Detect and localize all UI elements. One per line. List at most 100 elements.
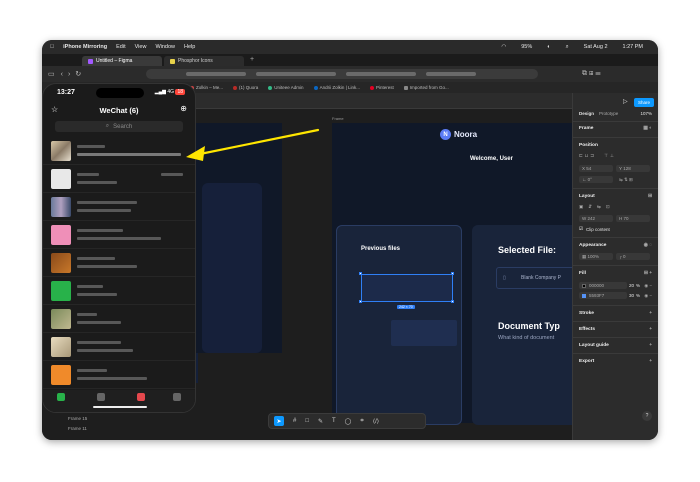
help-button[interactable]: ?: [642, 411, 652, 421]
layout-grid-icon[interactable]: ⊞: [648, 194, 652, 199]
frame-selector[interactable]: Frame: [579, 126, 593, 131]
share-button[interactable]: Share: [633, 98, 654, 107]
align-middle-icon[interactable]: ⊥: [610, 153, 614, 159]
move-tool-icon[interactable]: ➤: [274, 416, 284, 426]
list-item[interactable]: [43, 306, 195, 333]
comment-tool-icon[interactable]: ◯: [345, 418, 352, 425]
layout-free-icon[interactable]: ▣: [579, 204, 583, 210]
play-icon[interactable]: ▷: [623, 98, 628, 105]
align-right-icon[interactable]: ⊐: [590, 153, 594, 159]
height-field[interactable]: H 70: [616, 215, 650, 222]
fill-visibility-icon[interactable]: ◉ −: [644, 283, 652, 289]
list-item[interactable]: [43, 222, 195, 249]
bookmark-item[interactable]: Uniteee Admin: [268, 85, 304, 90]
fill-hex-field[interactable]: 5593F7: [579, 292, 627, 299]
menu-view[interactable]: View: [135, 44, 147, 50]
resize-handle[interactable]: [451, 300, 454, 303]
battery-percent[interactable]: 95%: [521, 44, 532, 50]
back-icon[interactable]: ‹: [61, 71, 63, 78]
list-item[interactable]: [43, 194, 195, 221]
extensions-icon[interactable]: ⧉ ⊞ ☰: [582, 70, 601, 78]
frame-tool-icon[interactable]: #: [293, 418, 296, 424]
search-icon[interactable]: ⌕: [566, 44, 569, 51]
add-icon[interactable]: ⊕: [180, 104, 187, 113]
y-field[interactable]: Y 128: [616, 165, 650, 172]
dev-mode-icon[interactable]: ⟨/⟩: [373, 418, 379, 425]
bookmark-item[interactable]: Pinterest: [370, 85, 394, 90]
corner-radius-field[interactable]: ╭ 0: [616, 253, 650, 260]
align-center-icon[interactable]: ⊔: [585, 153, 589, 159]
sidebar-toggle-icon[interactable]: ▭: [48, 70, 55, 78]
layout-wrap-icon[interactable]: ⊡: [606, 204, 610, 210]
menu-edit[interactable]: Edit: [116, 44, 125, 50]
fill-swatch[interactable]: [582, 283, 586, 288]
fill-swatch[interactable]: [582, 293, 586, 298]
visibility-icon[interactable]: ◉ ◌: [644, 243, 652, 248]
url-field[interactable]: [146, 69, 538, 79]
x-field[interactable]: X 54: [579, 165, 613, 172]
new-tab-button[interactable]: +: [250, 56, 254, 66]
reload-icon[interactable]: ↻: [75, 70, 81, 78]
menu-date[interactable]: Sat Aug 2: [584, 44, 608, 50]
discover-tab-icon[interactable]: [137, 393, 145, 401]
rotation-field[interactable]: ∟ 0°: [579, 176, 613, 183]
opacity-field[interactable]: ▦ 100%: [579, 253, 613, 260]
list-item[interactable]: [43, 250, 195, 277]
tab-phosphor[interactable]: Phosphor Icons: [164, 56, 244, 66]
pen-tool-icon[interactable]: ✎: [318, 418, 323, 425]
add-effect-icon[interactable]: +: [649, 327, 652, 332]
resize-handle[interactable]: [359, 300, 362, 303]
layer-item[interactable]: Frame 11: [42, 423, 196, 433]
me-tab-icon[interactable]: [173, 393, 181, 401]
clip-content-checkbox[interactable]: ☑: [579, 226, 583, 232]
flip-controls[interactable]: ⇋ ⇅ ⊞: [616, 176, 650, 183]
menu-time[interactable]: 1:27 PM: [623, 44, 643, 50]
menu-window[interactable]: Window: [155, 44, 175, 50]
tab-prototype[interactable]: Prototype: [599, 111, 618, 116]
add-export-icon[interactable]: +: [649, 359, 652, 364]
menu-app-name[interactable]: iPhone Mirroring: [63, 44, 107, 50]
add-stroke-icon[interactable]: +: [649, 311, 652, 316]
resize-handle[interactable]: [451, 272, 454, 275]
list-item[interactable]: [43, 278, 195, 305]
selected-rectangle[interactable]: [361, 274, 453, 302]
fill-opacity[interactable]: 20: [629, 283, 634, 288]
bookmark-item[interactable]: Zolkin – Me...: [190, 85, 223, 90]
menu-help[interactable]: Help: [184, 44, 195, 50]
frame-name-label[interactable]: Frame: [332, 116, 344, 121]
fill-hex-field[interactable]: 000000: [579, 282, 627, 289]
contacts-tab-icon[interactable]: [97, 393, 105, 401]
add-fill-icon[interactable]: ⊞ +: [644, 271, 652, 276]
text-tool-icon[interactable]: T: [332, 418, 336, 424]
noora-frame[interactable]: N Noora Welcome, User Previous files 242…: [332, 123, 592, 425]
bookmark-folder[interactable]: Imported from Go...: [403, 85, 449, 90]
wechat-search[interactable]: ⌕ Search: [55, 121, 183, 132]
align-left-icon[interactable]: ⊏: [579, 153, 583, 159]
bookmark-item[interactable]: Andrii Zolkin | Link...: [313, 85, 360, 90]
forward-icon[interactable]: ›: [68, 71, 70, 78]
layer-item[interactable]: Frame 15: [42, 413, 196, 423]
file-placeholder[interactable]: [391, 320, 457, 346]
layout-vertical-icon[interactable]: ⇵: [588, 204, 592, 210]
wifi-icon[interactable]: ◠: [501, 44, 506, 50]
chats-tab-icon[interactable]: [57, 393, 65, 401]
iphone-mirroring-window[interactable]: 13:27 ▂▄▆ 4G 18 ☆ WeChat (6) ⊕ ⌕ Search: [42, 83, 196, 413]
align-top-icon[interactable]: ⊤: [604, 153, 608, 159]
frame-options-icon[interactable]: ▦ ◐: [643, 126, 652, 131]
tab-design[interactable]: Design: [579, 111, 594, 116]
fill-visibility-icon[interactable]: ◉ −: [644, 293, 652, 299]
width-field[interactable]: W 242: [579, 215, 613, 222]
control-center-icon[interactable]: ◐: [547, 44, 550, 50]
add-layout-guide-icon[interactable]: +: [649, 343, 652, 348]
list-item[interactable]: [43, 166, 195, 193]
home-indicator[interactable]: [93, 406, 147, 408]
bookmark-item[interactable]: (1) Quora: [233, 85, 258, 90]
list-item[interactable]: [43, 138, 195, 165]
tab-figma[interactable]: Untitled – Figma: [82, 56, 162, 66]
shape-tool-icon[interactable]: □: [305, 418, 309, 424]
fill-opacity[interactable]: 30: [629, 293, 634, 298]
layout-horizontal-icon[interactable]: ⇆: [597, 204, 601, 210]
apple-icon[interactable]: : [50, 44, 54, 50]
list-item[interactable]: [43, 362, 195, 389]
actions-tool-icon[interactable]: ⌗: [360, 418, 363, 425]
